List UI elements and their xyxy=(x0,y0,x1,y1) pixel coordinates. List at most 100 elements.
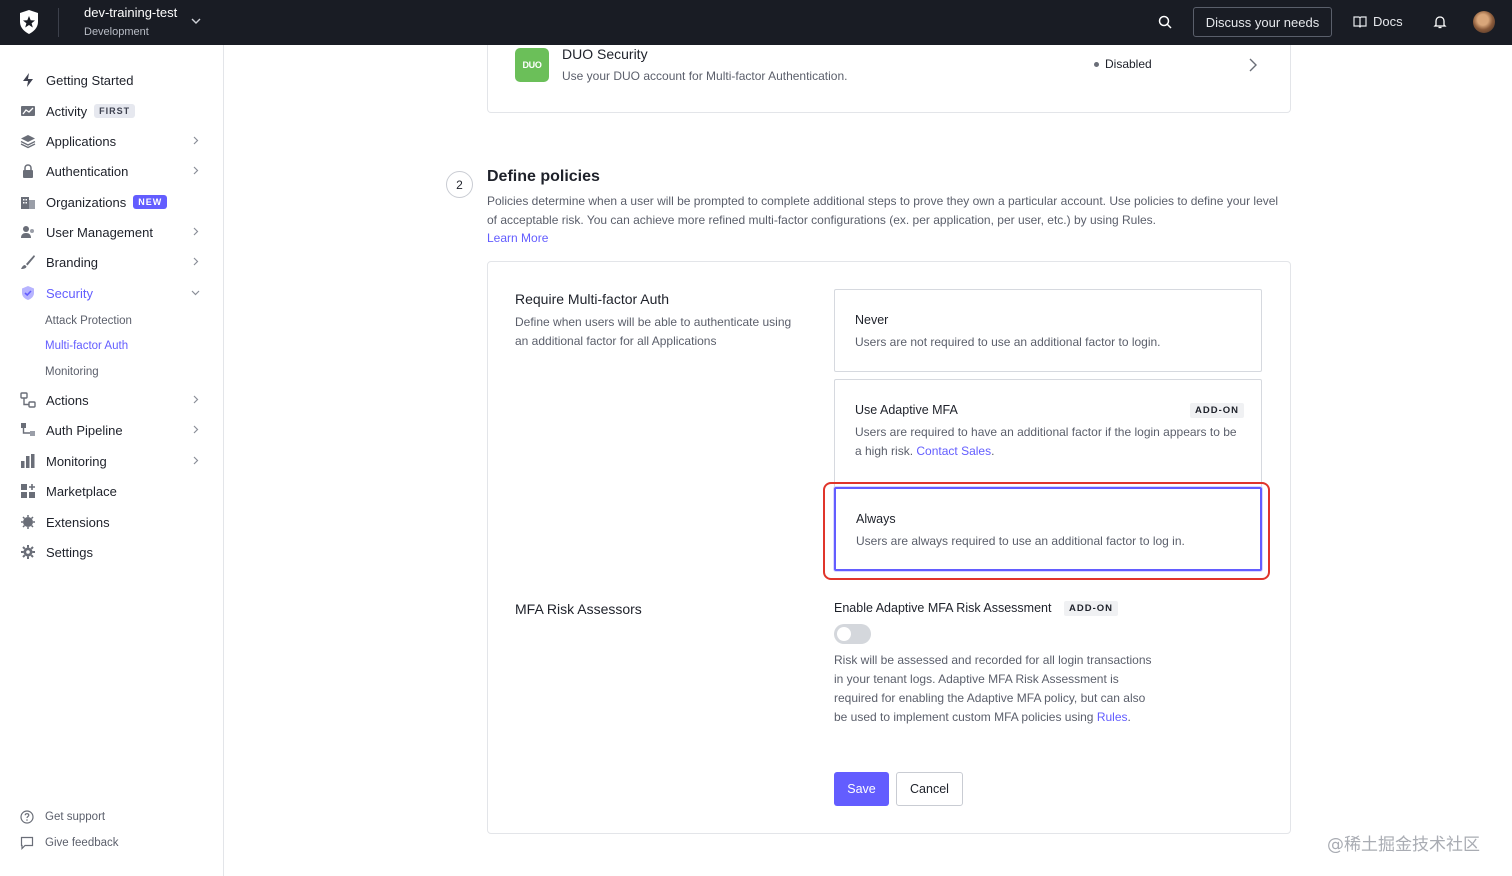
sidebar-item-label: Activity xyxy=(46,103,88,119)
sidebar-item-getting-started[interactable]: Getting Started xyxy=(20,68,204,92)
shield-check-icon xyxy=(22,286,34,300)
sidebar-item-auth-pipeline[interactable]: Auth Pipeline xyxy=(20,418,204,442)
watermark: @稀土掘金技术社区 xyxy=(1327,835,1480,855)
grid-plus-icon xyxy=(21,484,35,498)
duo-description: Use your DUO account for Multi-factor Au… xyxy=(562,69,848,83)
policy-option-always[interactable]: Always Users are always required to use … xyxy=(834,487,1262,571)
sidebar-subitem-multi-factor-auth[interactable]: Multi-factor Auth xyxy=(45,340,128,352)
sidebar-item-label: Security xyxy=(46,285,93,301)
help-circle-icon xyxy=(20,810,34,824)
chevron-right-icon xyxy=(193,227,199,236)
tenant-name: dev-training-test xyxy=(84,5,178,20)
topbar-divider xyxy=(58,8,59,37)
docs-link[interactable]: Docs xyxy=(1353,14,1403,29)
option-description: Users are required to have an additional… xyxy=(855,425,1237,458)
sidebar-item-label: Settings xyxy=(46,544,93,560)
sidebar-item-security[interactable]: Security xyxy=(20,281,204,305)
sidebar-subitem-attack-protection[interactable]: Attack Protection xyxy=(45,315,132,327)
chart-icon xyxy=(21,106,35,116)
sidebar-item-label: Monitoring xyxy=(46,453,107,469)
sidebar-item-label: Branding xyxy=(46,254,99,270)
chevron-right-icon xyxy=(193,456,199,465)
bell-icon[interactable] xyxy=(1432,14,1448,30)
duo-status-label: Disabled xyxy=(1105,57,1152,71)
book-icon xyxy=(1353,16,1367,28)
status-dot-icon xyxy=(1094,61,1099,67)
pipeline-icon xyxy=(21,423,35,436)
first-badge: FIRST xyxy=(94,104,136,118)
get-support-label: Get support xyxy=(45,811,106,823)
step-number: 2 xyxy=(446,171,473,198)
add-on-badge: ADD-ON xyxy=(1190,403,1244,418)
risk-assessment-label: Enable Adaptive MFA Risk Assessment xyxy=(834,601,1052,615)
toggle-knob xyxy=(837,627,851,641)
sidebar-item-activity[interactable]: Activity FIRST xyxy=(20,99,204,123)
chevron-down-icon xyxy=(191,290,200,296)
top-bar: dev-training-test Development Discuss yo… xyxy=(0,0,1512,45)
sidebar-item-actions[interactable]: Actions xyxy=(20,388,204,412)
lock-icon xyxy=(23,164,33,178)
cancel-button[interactable]: Cancel xyxy=(896,772,963,806)
sidebar-item-label: Authentication xyxy=(46,163,129,179)
chevron-right-icon[interactable] xyxy=(1248,58,1258,72)
section-description: Policies determine when a user will be p… xyxy=(487,194,1279,227)
user-avatar[interactable] xyxy=(1473,11,1495,33)
gear-icon xyxy=(21,545,35,559)
duo-status: Disabled xyxy=(1094,57,1152,71)
sidebar-item-user-management[interactable]: User Management xyxy=(20,220,204,244)
sidebar-item-organizations[interactable]: Organizations NEW xyxy=(20,190,204,214)
learn-more-link[interactable]: Learn More xyxy=(487,230,548,247)
option-title: Use Adaptive MFA xyxy=(855,403,958,417)
auth0-logo-icon[interactable] xyxy=(18,10,40,34)
brush-icon xyxy=(21,255,35,269)
sidebar-item-label: Marketplace xyxy=(46,483,117,499)
puzzle-icon xyxy=(21,515,35,529)
risk-assessment-toggle[interactable] xyxy=(834,624,871,644)
contact-sales-link[interactable]: Contact Sales xyxy=(916,444,991,458)
sidebar-item-branding[interactable]: Branding xyxy=(20,250,204,274)
option-description: Users are not required to use an additio… xyxy=(855,335,1161,349)
policy-card: Require Multi-factor Auth Define when us… xyxy=(487,261,1291,834)
chevron-right-icon xyxy=(193,136,199,145)
policy-option-never[interactable]: Never Users are not required to use an a… xyxy=(834,289,1262,372)
save-button[interactable]: Save xyxy=(834,772,889,806)
sidebar-item-monitoring[interactable]: Monitoring xyxy=(20,449,204,473)
give-feedback-label: Give feedback xyxy=(45,837,119,849)
chevron-right-icon xyxy=(193,166,199,175)
sidebar-item-settings[interactable]: Settings xyxy=(20,540,204,564)
discuss-your-needs-button[interactable]: Discuss your needs xyxy=(1193,7,1332,37)
get-support-link[interactable]: Get support xyxy=(20,810,105,824)
duo-logo-icon: DUO xyxy=(515,48,549,82)
docs-label: Docs xyxy=(1373,14,1403,29)
risk-assessors-title: MFA Risk Assessors xyxy=(515,601,642,617)
chevron-down-icon[interactable] xyxy=(190,15,202,27)
require-mfa-title: Require Multi-factor Auth xyxy=(515,291,670,307)
add-on-badge: ADD-ON xyxy=(1064,601,1118,616)
sidebar-item-label: Auth Pipeline xyxy=(46,422,123,438)
give-feedback-link[interactable]: Give feedback xyxy=(20,836,119,850)
option-description: Users are always required to use an addi… xyxy=(856,534,1185,548)
sidebar: Getting Started Activity FIRST Applicati… xyxy=(0,45,224,876)
users-icon xyxy=(21,226,34,238)
building-icon xyxy=(21,197,35,209)
sidebar-item-applications[interactable]: Applications xyxy=(20,129,204,153)
rules-link[interactable]: Rules xyxy=(1097,710,1128,724)
sidebar-item-label: Extensions xyxy=(46,514,110,530)
sidebar-item-label: User Management xyxy=(46,224,153,240)
search-icon[interactable] xyxy=(1157,14,1173,30)
bar-chart-icon xyxy=(21,454,35,468)
sidebar-item-label: Organizations xyxy=(46,194,127,210)
sidebar-item-extensions[interactable]: Extensions xyxy=(20,510,204,534)
tenant-selector[interactable]: dev-training-test Development xyxy=(84,5,177,41)
sidebar-item-label: Applications xyxy=(46,133,117,149)
chevron-right-icon xyxy=(193,395,199,404)
policy-option-adaptive-mfa[interactable]: Use Adaptive MFA ADD-ON Users are requir… xyxy=(834,379,1262,489)
duo-security-card[interactable]: DUO DUO Security Use your DUO account fo… xyxy=(487,45,1291,113)
new-badge: NEW xyxy=(133,195,168,209)
sidebar-item-authentication[interactable]: Authentication xyxy=(20,159,204,183)
duo-title: DUO Security xyxy=(562,46,648,62)
option-title: Always xyxy=(856,512,896,526)
sidebar-subitem-monitoring[interactable]: Monitoring xyxy=(45,366,99,378)
section-title: Define policies xyxy=(487,168,600,185)
sidebar-item-marketplace[interactable]: Marketplace xyxy=(20,479,204,503)
